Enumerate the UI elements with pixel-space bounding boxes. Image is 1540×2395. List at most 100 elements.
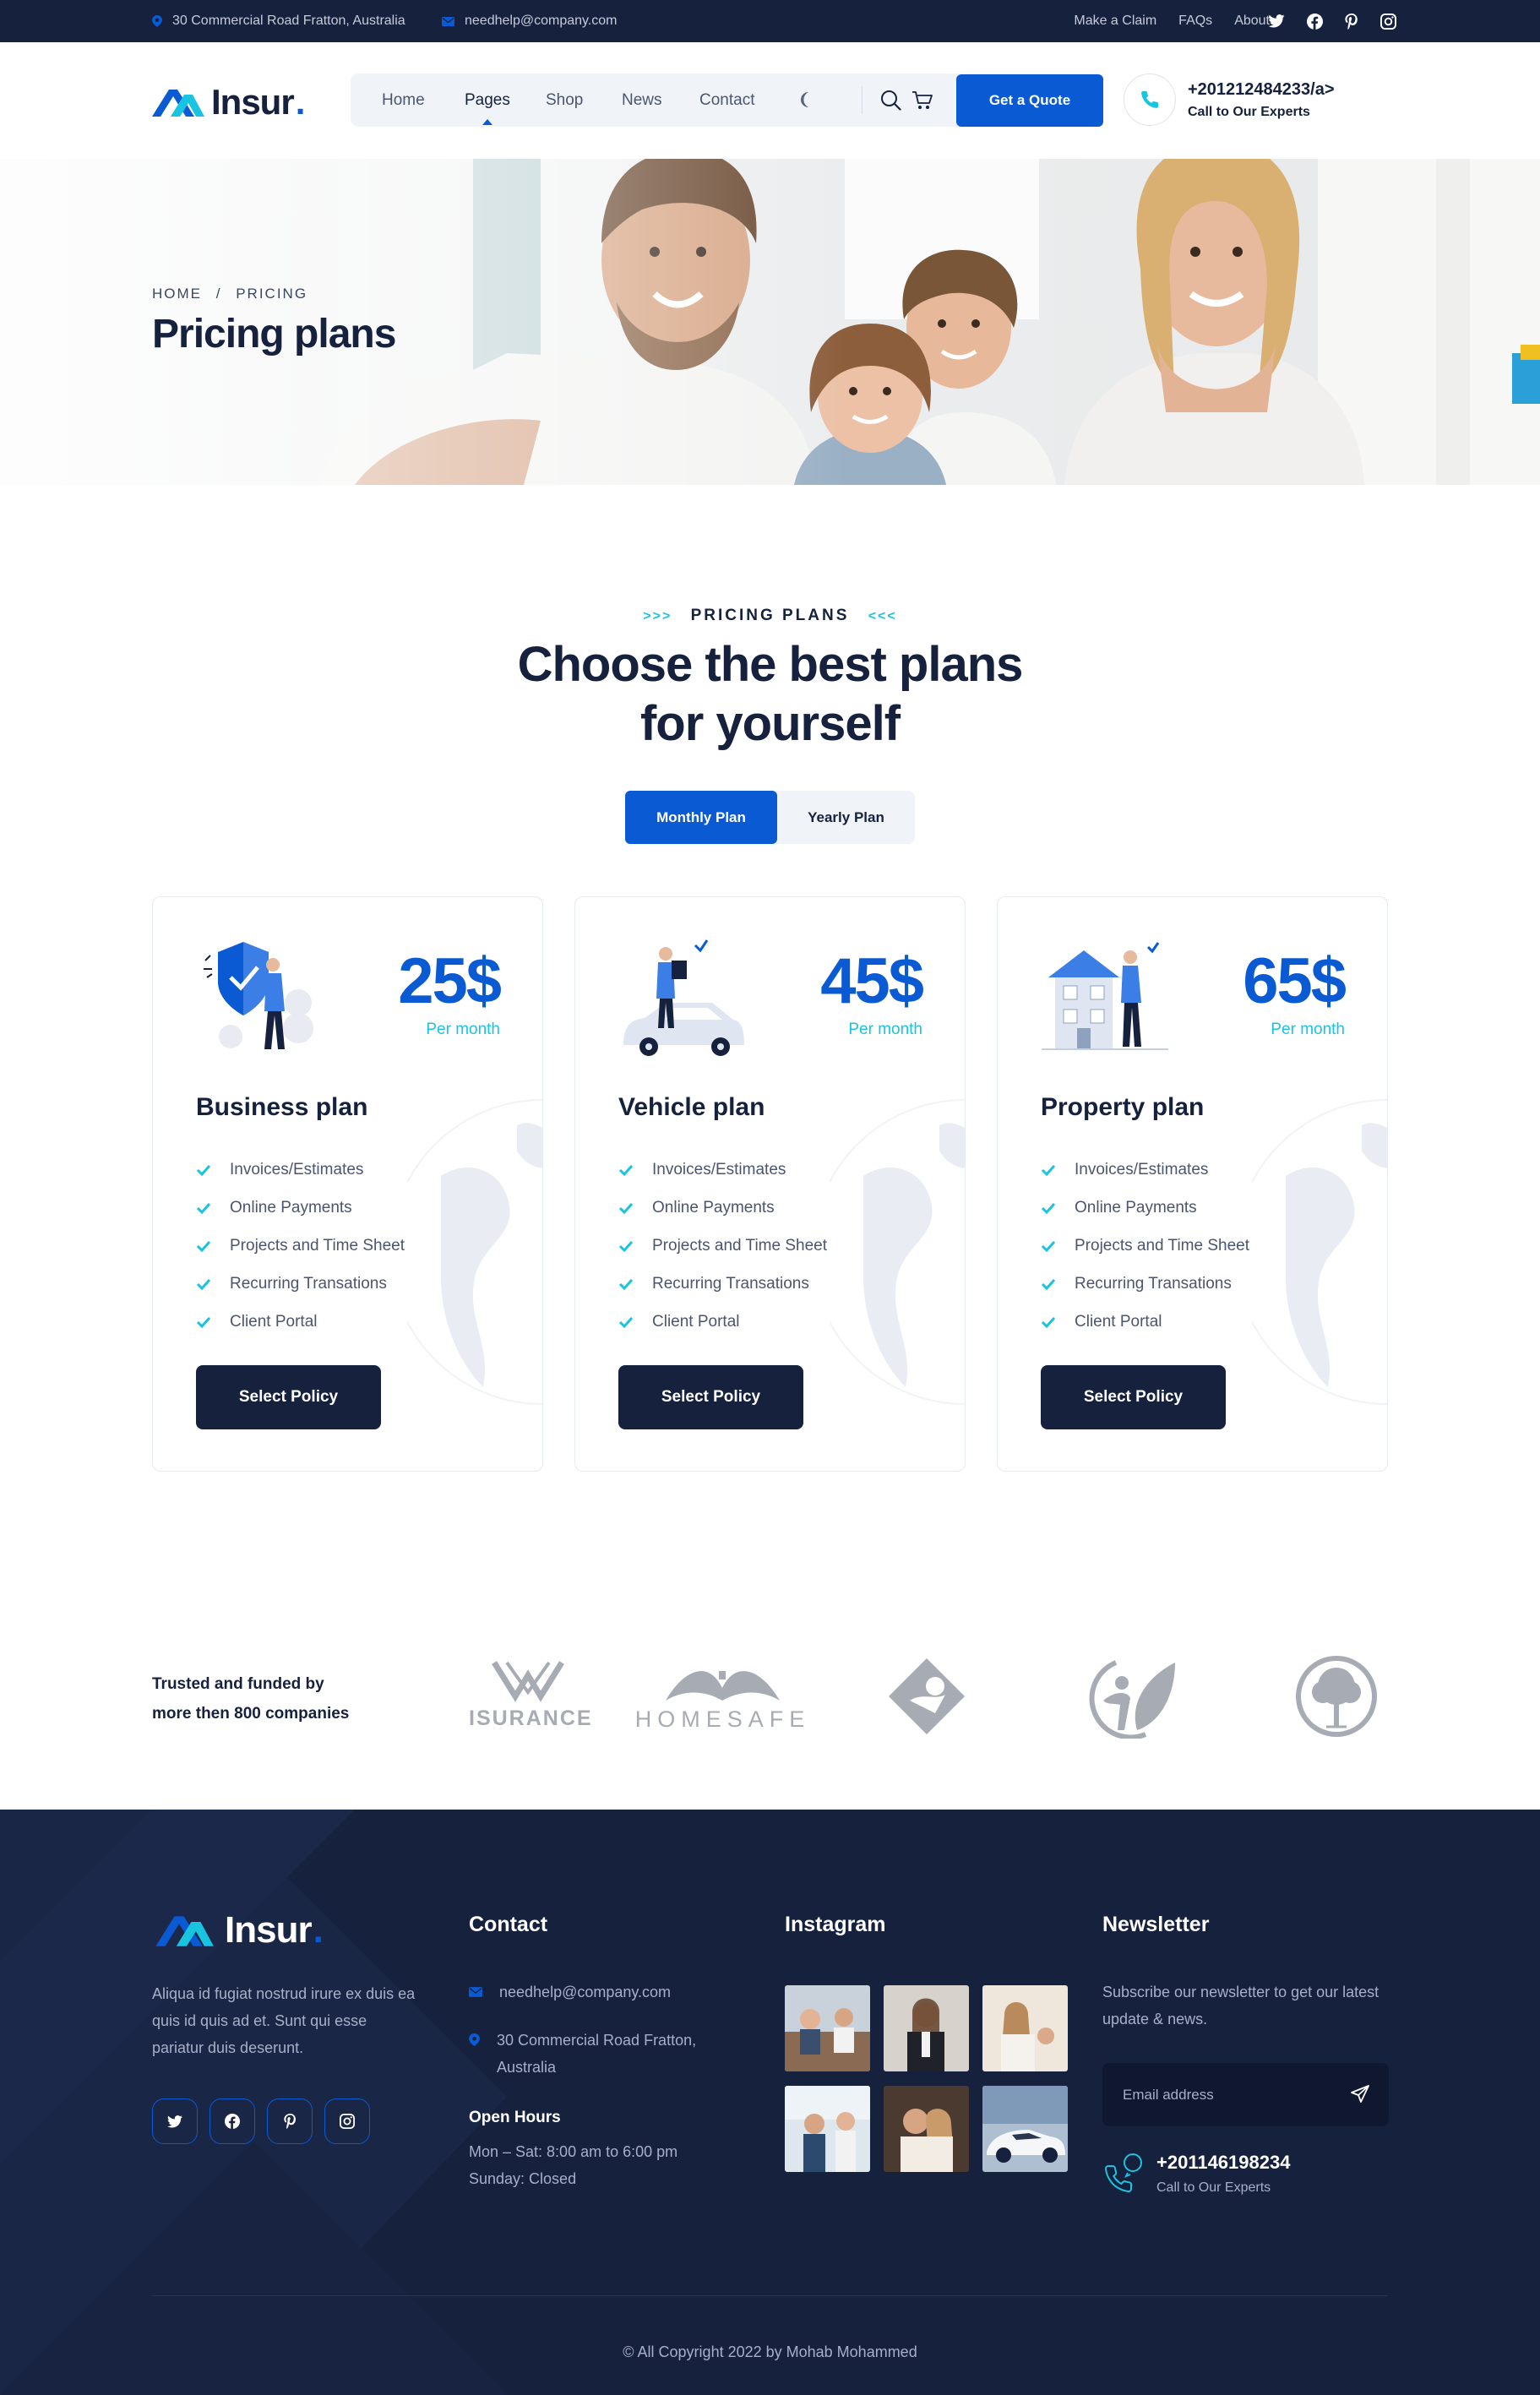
footer-address-text: 30 Commercial Road Fratton, Australia <box>497 2032 697 2076</box>
footer-facebook-button[interactable] <box>210 2098 255 2144</box>
about-link[interactable]: About <box>1234 14 1270 29</box>
make-a-claim-link[interactable]: Make a Claim <box>1074 14 1156 29</box>
footer-newsletter-heading: Newsletter <box>1102 1913 1210 1936</box>
check-icon <box>1041 1240 1056 1252</box>
dark-mode-moon-icon[interactable] <box>797 90 815 109</box>
feature-text: Invoices/Estimates <box>230 1160 364 1178</box>
footer-pinterest-button[interactable] <box>267 2098 313 2144</box>
instagram-photo[interactable] <box>884 2086 969 2172</box>
footer-address: 30 Commercial Road Fratton, Australia <box>469 2027 722 2081</box>
breadcrumb-current: PRICING <box>236 286 308 302</box>
feature-text: Recurring Transations <box>1075 1274 1232 1293</box>
nav-contact[interactable]: Contact <box>699 73 754 127</box>
trusted-text: Trusted and funded by more then 800 comp… <box>152 1669 349 1728</box>
feature-item: Projects and Time Sheet <box>196 1227 405 1265</box>
get-a-quote-button[interactable]: Get a Quote <box>956 74 1103 127</box>
envelope-icon <box>442 16 454 26</box>
breadcrumb-home[interactable]: HOME <box>152 286 202 302</box>
twitter-icon <box>167 2115 182 2128</box>
hours-weekdays: Mon – Sat: 8:00 am to 6:00 pm <box>469 2143 678 2160</box>
newsletter-email-input[interactable] <box>1123 2063 1342 2126</box>
footer-instagram-heading: Instagram <box>785 1913 886 1936</box>
location-pin-icon <box>469 2033 480 2046</box>
feature-item: Online Payments <box>1041 1189 1249 1227</box>
footer-twitter-button[interactable] <box>152 2098 198 2144</box>
breadcrumb-separator: / <box>215 286 222 302</box>
instagram-photo[interactable] <box>785 1985 870 2071</box>
feature-list: Invoices/Estimates Online Payments Proje… <box>1041 1151 1249 1341</box>
nav-shop[interactable]: Shop <box>546 73 583 127</box>
footer-call-text: +201146198234 Call to Our Experts <box>1156 2152 1290 2196</box>
facebook-icon[interactable] <box>1307 13 1323 30</box>
feature-item: Recurring Transations <box>618 1265 827 1303</box>
footer-contact-heading: Contact <box>469 1913 548 1936</box>
logo[interactable]: Insur. <box>152 82 305 122</box>
feature-text: Projects and Time Sheet <box>1075 1236 1249 1255</box>
pricing-card-property: 65$ Per month Property plan Invoices/Est… <box>997 896 1388 1472</box>
faqs-link[interactable]: FAQs <box>1178 14 1212 29</box>
topbar-email[interactable]: needhelp@company.com <box>442 0 618 42</box>
yearly-plan-tab[interactable]: Yearly Plan <box>777 791 915 844</box>
monthly-plan-tab[interactable]: Monthly Plan <box>625 791 777 844</box>
pinterest-icon[interactable] <box>1345 13 1358 30</box>
header-phone-number: +201212484233/a> <box>1188 79 1335 99</box>
instagram-photo[interactable] <box>785 2086 870 2172</box>
select-policy-button[interactable]: Select Policy <box>196 1365 381 1429</box>
brand-logo-isurance: ISURANCE <box>469 1654 591 1743</box>
trusted-line-1: Trusted and funded by <box>152 1675 324 1693</box>
feature-item: Online Payments <box>196 1189 405 1227</box>
instagram-photo[interactable] <box>884 1985 969 2071</box>
feature-item: Projects and Time Sheet <box>1041 1227 1249 1265</box>
site-header: Insur. Home Pages Shop News Contact Get … <box>0 42 1540 159</box>
footer-call-label: Call to Our Experts <box>1156 2180 1271 2195</box>
logo-mark-icon <box>155 1916 214 1946</box>
footer-instagram-button[interactable] <box>324 2098 370 2144</box>
logo-mark-icon <box>152 90 204 117</box>
check-icon <box>1041 1316 1056 1328</box>
cart-icon[interactable] <box>911 90 933 111</box>
newsletter-description: Subscribe our newsletter to get our late… <box>1102 1984 1379 2028</box>
breadcrumb: HOME / PRICING <box>152 286 307 302</box>
feature-text: Client Portal <box>652 1312 740 1331</box>
vehicle-car-illustration <box>623 939 744 1056</box>
section-eyebrow: >>> PRICING PLANS <<< <box>0 607 1540 625</box>
plan-period: Per month <box>1271 1021 1345 1038</box>
top-bar: 30 Commercial Road Fratton, Australia ne… <box>0 0 1540 42</box>
feature-item: Invoices/Estimates <box>1041 1151 1249 1189</box>
feature-item: Recurring Transations <box>196 1265 405 1303</box>
select-policy-button[interactable]: Select Policy <box>618 1365 803 1429</box>
footer-about: Aliqua id fugiat nostrud irure ex duis e… <box>152 1985 416 2056</box>
nav-pages[interactable]: Pages <box>465 73 510 127</box>
twitter-icon[interactable] <box>1268 14 1285 28</box>
send-paper-plane-icon[interactable] <box>1350 2084 1370 2104</box>
globe-decoration-icon <box>1252 1099 1387 1405</box>
check-icon <box>618 1278 634 1290</box>
feature-item: Online Payments <box>618 1189 827 1227</box>
select-policy-button[interactable]: Select Policy <box>1041 1365 1226 1429</box>
instagram-icon[interactable] <box>1380 13 1396 30</box>
footer-call[interactable]: +201146198234 Call to Our Experts <box>1102 2152 1290 2196</box>
instagram-photo[interactable] <box>982 1985 1068 2071</box>
feature-text: Recurring Transations <box>652 1274 809 1293</box>
check-icon <box>196 1278 211 1290</box>
topbar-links: Make a Claim FAQs About <box>1074 0 1270 42</box>
nav-news[interactable]: News <box>622 73 662 127</box>
brand-logo-diamond <box>884 1654 969 1743</box>
footer-email[interactable]: needhelp@company.com <box>469 1979 671 2006</box>
topbar-address-text: 30 Commercial Road Fratton, Australia <box>172 14 405 28</box>
instagram-photo[interactable] <box>982 2086 1068 2172</box>
nav-divider <box>862 86 863 114</box>
header-call[interactable]: +201212484233/a> Call to Our Experts <box>1124 73 1335 126</box>
trusted-line-2: more then 800 companies <box>152 1705 350 1723</box>
footer-logo[interactable]: Insur. <box>152 1909 324 1951</box>
eyebrow-arrows-left: >>> <box>643 609 672 623</box>
nav-home[interactable]: Home <box>382 73 425 127</box>
tree-brand-icon <box>1296 1656 1377 1737</box>
call-text: +201212484233/a> Call to Our Experts <box>1188 80 1335 120</box>
feature-text: Online Payments <box>1075 1198 1197 1217</box>
instagram-grid <box>785 1985 1068 2172</box>
header-call-label: Call to Our Experts <box>1188 104 1310 119</box>
search-icon[interactable] <box>880 90 901 111</box>
open-hours-heading: Open Hours <box>469 2109 561 2126</box>
feature-item: Projects and Time Sheet <box>618 1227 827 1265</box>
